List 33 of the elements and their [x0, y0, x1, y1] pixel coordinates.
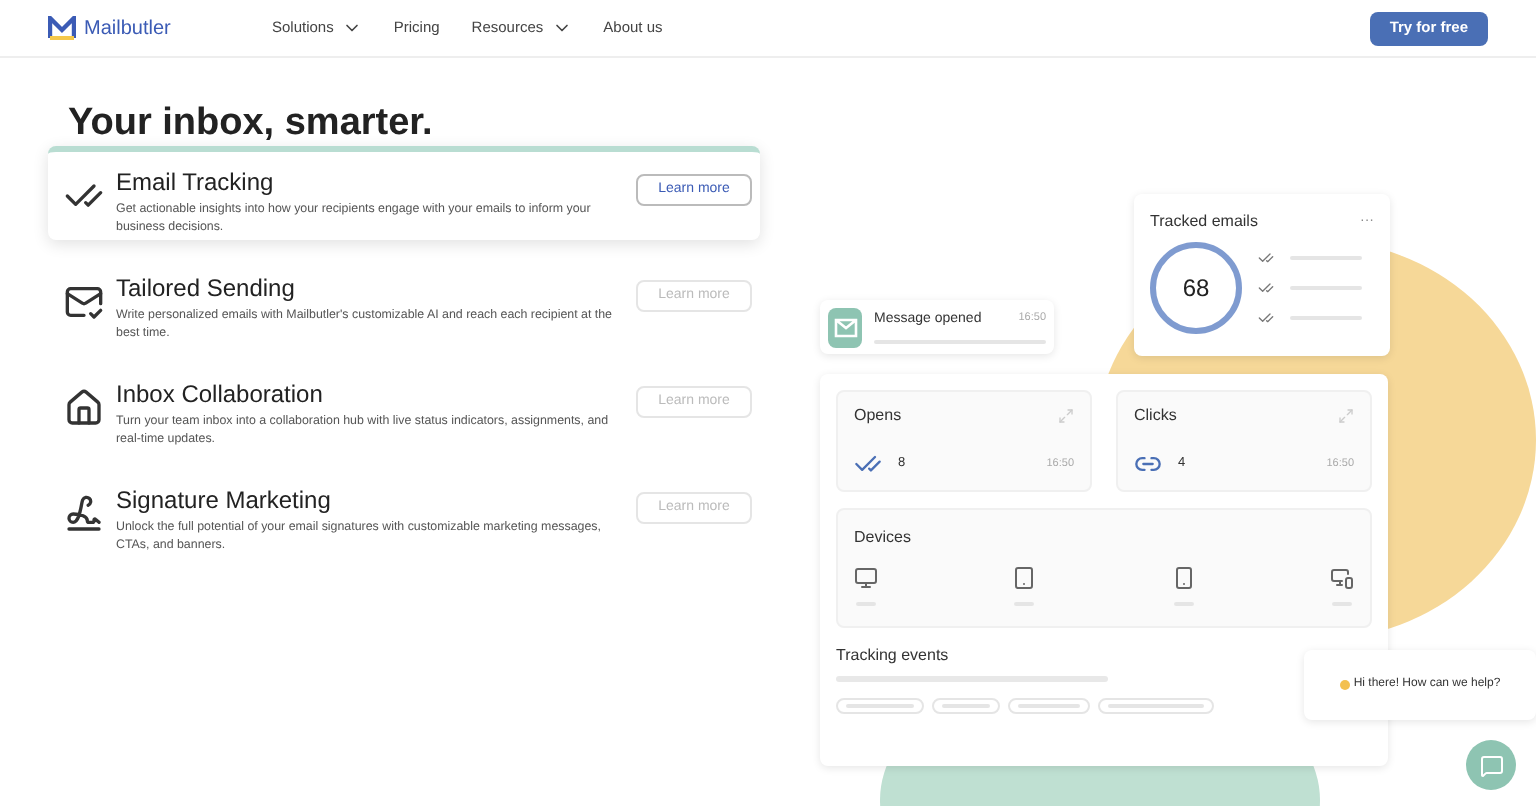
- placeholder-pill: [1098, 698, 1214, 714]
- expand-icon[interactable]: [1338, 408, 1354, 424]
- feature-title: Tailored Sending: [116, 274, 297, 302]
- devices-title: Devices: [854, 526, 913, 550]
- placeholder-pill: [1008, 698, 1090, 714]
- placeholder-pill: [836, 698, 924, 714]
- page-heading: Your inbox, smarter.: [68, 100, 433, 148]
- signature-icon: [64, 494, 104, 534]
- stat-title: Opens: [854, 404, 902, 428]
- expand-icon[interactable]: [1058, 408, 1074, 424]
- chat-icon: [1479, 753, 1503, 777]
- events-title: Tracking events: [836, 644, 951, 668]
- envelope-icon: [833, 317, 857, 337]
- check-icon: [1258, 250, 1274, 266]
- devices-icon: [1329, 566, 1354, 590]
- envelope-icon: [64, 282, 104, 322]
- monitor-icon: [854, 566, 878, 590]
- check-icon: [1258, 280, 1274, 296]
- double-check-icon: [854, 450, 882, 478]
- feature-title: Email Tracking: [116, 168, 276, 196]
- tracked-count: 68: [1182, 272, 1210, 306]
- card-title: Tracked emails: [1150, 210, 1258, 234]
- placeholder-pill: [932, 698, 1000, 714]
- logo-icon: [48, 16, 76, 40]
- phone-icon: [1171, 566, 1196, 590]
- check-icon: [1258, 310, 1274, 326]
- feature-title: Signature Marketing: [116, 486, 333, 514]
- chat-button[interactable]: [1466, 740, 1516, 790]
- house-icon: [64, 388, 104, 428]
- tablet-icon: [1012, 566, 1037, 590]
- logo-text: Mailbutler: [84, 15, 171, 43]
- stat-title: Clicks: [1134, 404, 1177, 428]
- feature-title: Inbox Collaboration: [116, 380, 325, 408]
